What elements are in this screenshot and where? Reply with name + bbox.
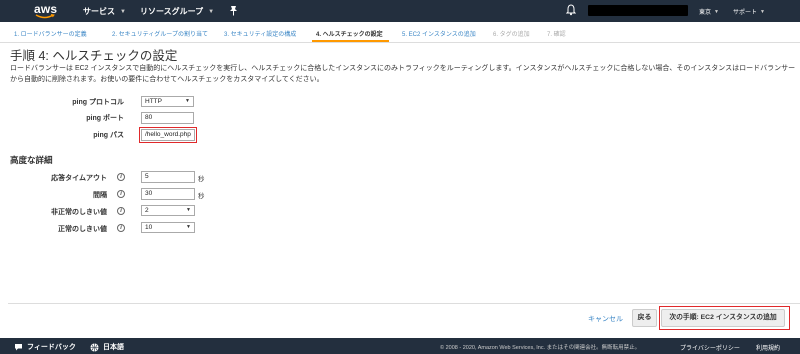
terms-link[interactable]: 利用規約: [756, 343, 780, 352]
cancel-link[interactable]: キャンセル: [588, 314, 623, 324]
ping-protocol-label: ping プロトコル: [72, 99, 124, 106]
globe-icon: [90, 343, 99, 351]
active-step-indicator: [312, 40, 389, 42]
region-menu[interactable]: 東京 ▼: [699, 7, 719, 17]
chevron-down-icon: ▼: [120, 8, 126, 15]
interval-input[interactable]: 30: [141, 188, 195, 200]
speech-bubble-icon: [15, 344, 22, 351]
page-description: ロードバランサーは EC2 インスタンスで自動的にヘルスチェックを実行し、ヘルス…: [10, 65, 796, 83]
step-1-link[interactable]: 1. ロードバランサーの定義: [14, 29, 87, 38]
feedback-link[interactable]: フィードバック: [14, 342, 76, 352]
resource-groups-menu[interactable]: リソースグループ ▼: [140, 6, 214, 17]
aws-smile-icon: [35, 14, 55, 19]
region-menu-label: 東京: [699, 10, 712, 16]
info-icon[interactable]: i: [117, 190, 125, 198]
account-menu-redacted[interactable]: [588, 5, 688, 16]
timeout-label: 応答タイムアウト: [51, 175, 107, 182]
wizard-steps: 1. ロードバランサーの定義 2. セキュリティグループの割り当て 3. セキュ…: [0, 22, 800, 43]
unhealthy-threshold-select[interactable]: 2 ▼: [141, 205, 195, 216]
unhealthy-threshold-value: 2: [145, 207, 149, 214]
step-3-link[interactable]: 3. セキュリティ設定の構成: [224, 29, 296, 38]
support-menu[interactable]: サポート ▼: [733, 7, 765, 17]
chevron-down-icon: ▼: [185, 98, 190, 104]
timeout-input[interactable]: 5: [141, 171, 195, 183]
privacy-policy-link[interactable]: プライバシーポリシー: [680, 343, 740, 352]
healthy-threshold-label: 正常のしきい値: [58, 226, 107, 233]
chevron-down-icon: ▼: [760, 8, 765, 15]
bell-icon[interactable]: [566, 4, 576, 16]
services-menu-label: サービス: [83, 7, 115, 16]
info-icon[interactable]: i: [117, 173, 125, 181]
interval-unit: 秒: [198, 193, 205, 200]
ping-port-input[interactable]: 80: [141, 112, 194, 124]
chevron-down-icon: ▼: [186, 224, 191, 230]
step-7-label: 7. 確認: [547, 32, 566, 38]
footer-bar: フィードバック 日本語 © 2008 - 2020, Amazon Web Se…: [0, 338, 800, 354]
healthy-threshold-select[interactable]: 10 ▼: [141, 222, 195, 233]
resource-groups-menu-label: リソースグループ: [140, 7, 204, 16]
step-4-current: 4. ヘルスチェックの設定: [316, 32, 383, 38]
feedback-label: フィードバック: [27, 344, 76, 351]
back-button[interactable]: 戻る: [632, 309, 657, 327]
highlight-box-ping-path: [139, 127, 197, 143]
interval-label: 間隔: [93, 192, 107, 199]
actions-divider: [8, 303, 800, 304]
support-menu-label: サポート: [733, 10, 758, 16]
info-icon[interactable]: i: [117, 207, 125, 215]
copyright-text: © 2008 - 2020, Amazon Web Services, Inc.…: [440, 345, 641, 351]
ping-protocol-value: HTTP: [145, 98, 162, 105]
top-nav-bar: aws サービス ▼ リソースグループ ▼ 東京 ▼ サポート ▼: [0, 0, 800, 22]
chevron-down-icon: ▼: [208, 8, 215, 15]
step-2-link[interactable]: 2. セキュリティグループの割り当て: [112, 29, 208, 38]
language-label: 日本語: [103, 344, 124, 351]
step-6-label: 6. タグの追加: [493, 32, 530, 38]
unhealthy-threshold-label: 非正常のしきい値: [51, 209, 107, 216]
healthy-threshold-value: 10: [145, 224, 153, 231]
language-selector[interactable]: 日本語: [90, 342, 124, 352]
highlight-box-next-button: [659, 306, 790, 330]
chevron-down-icon: ▼: [186, 207, 191, 213]
step-5-link[interactable]: 5. EC2 インスタンスの追加: [402, 29, 476, 38]
page-title: 手順 4: ヘルスチェックの設定: [10, 49, 178, 63]
ping-path-label: ping パス: [93, 132, 124, 139]
aws-logo[interactable]: aws: [34, 1, 68, 21]
pin-icon[interactable]: [229, 5, 238, 16]
info-icon[interactable]: i: [117, 224, 125, 232]
ping-port-label: ping ポート: [86, 115, 124, 122]
ping-protocol-select[interactable]: HTTP ▼: [141, 96, 194, 107]
chevron-down-icon: ▼: [714, 8, 719, 15]
timeout-unit: 秒: [198, 176, 205, 183]
services-menu[interactable]: サービス ▼: [83, 6, 126, 17]
advanced-section-title: 高度な詳細: [10, 155, 53, 165]
